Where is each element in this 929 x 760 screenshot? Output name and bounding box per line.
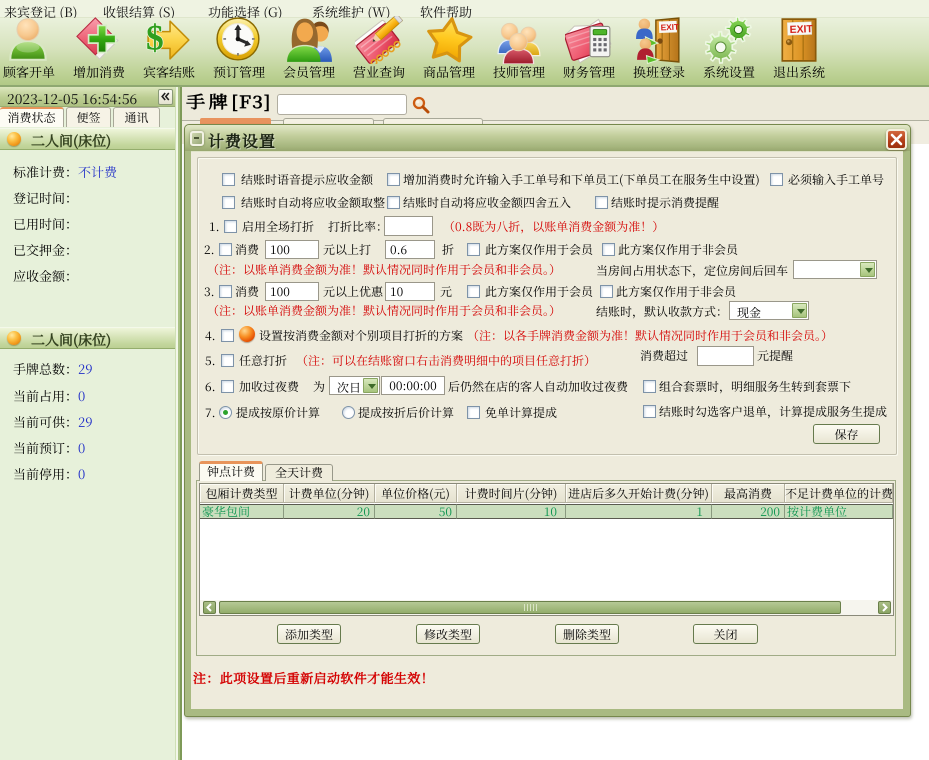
svg-text:$: $	[146, 17, 164, 57]
svg-text:EXIT: EXIT	[789, 24, 813, 36]
svg-text:EXIT: EXIT	[660, 22, 679, 33]
